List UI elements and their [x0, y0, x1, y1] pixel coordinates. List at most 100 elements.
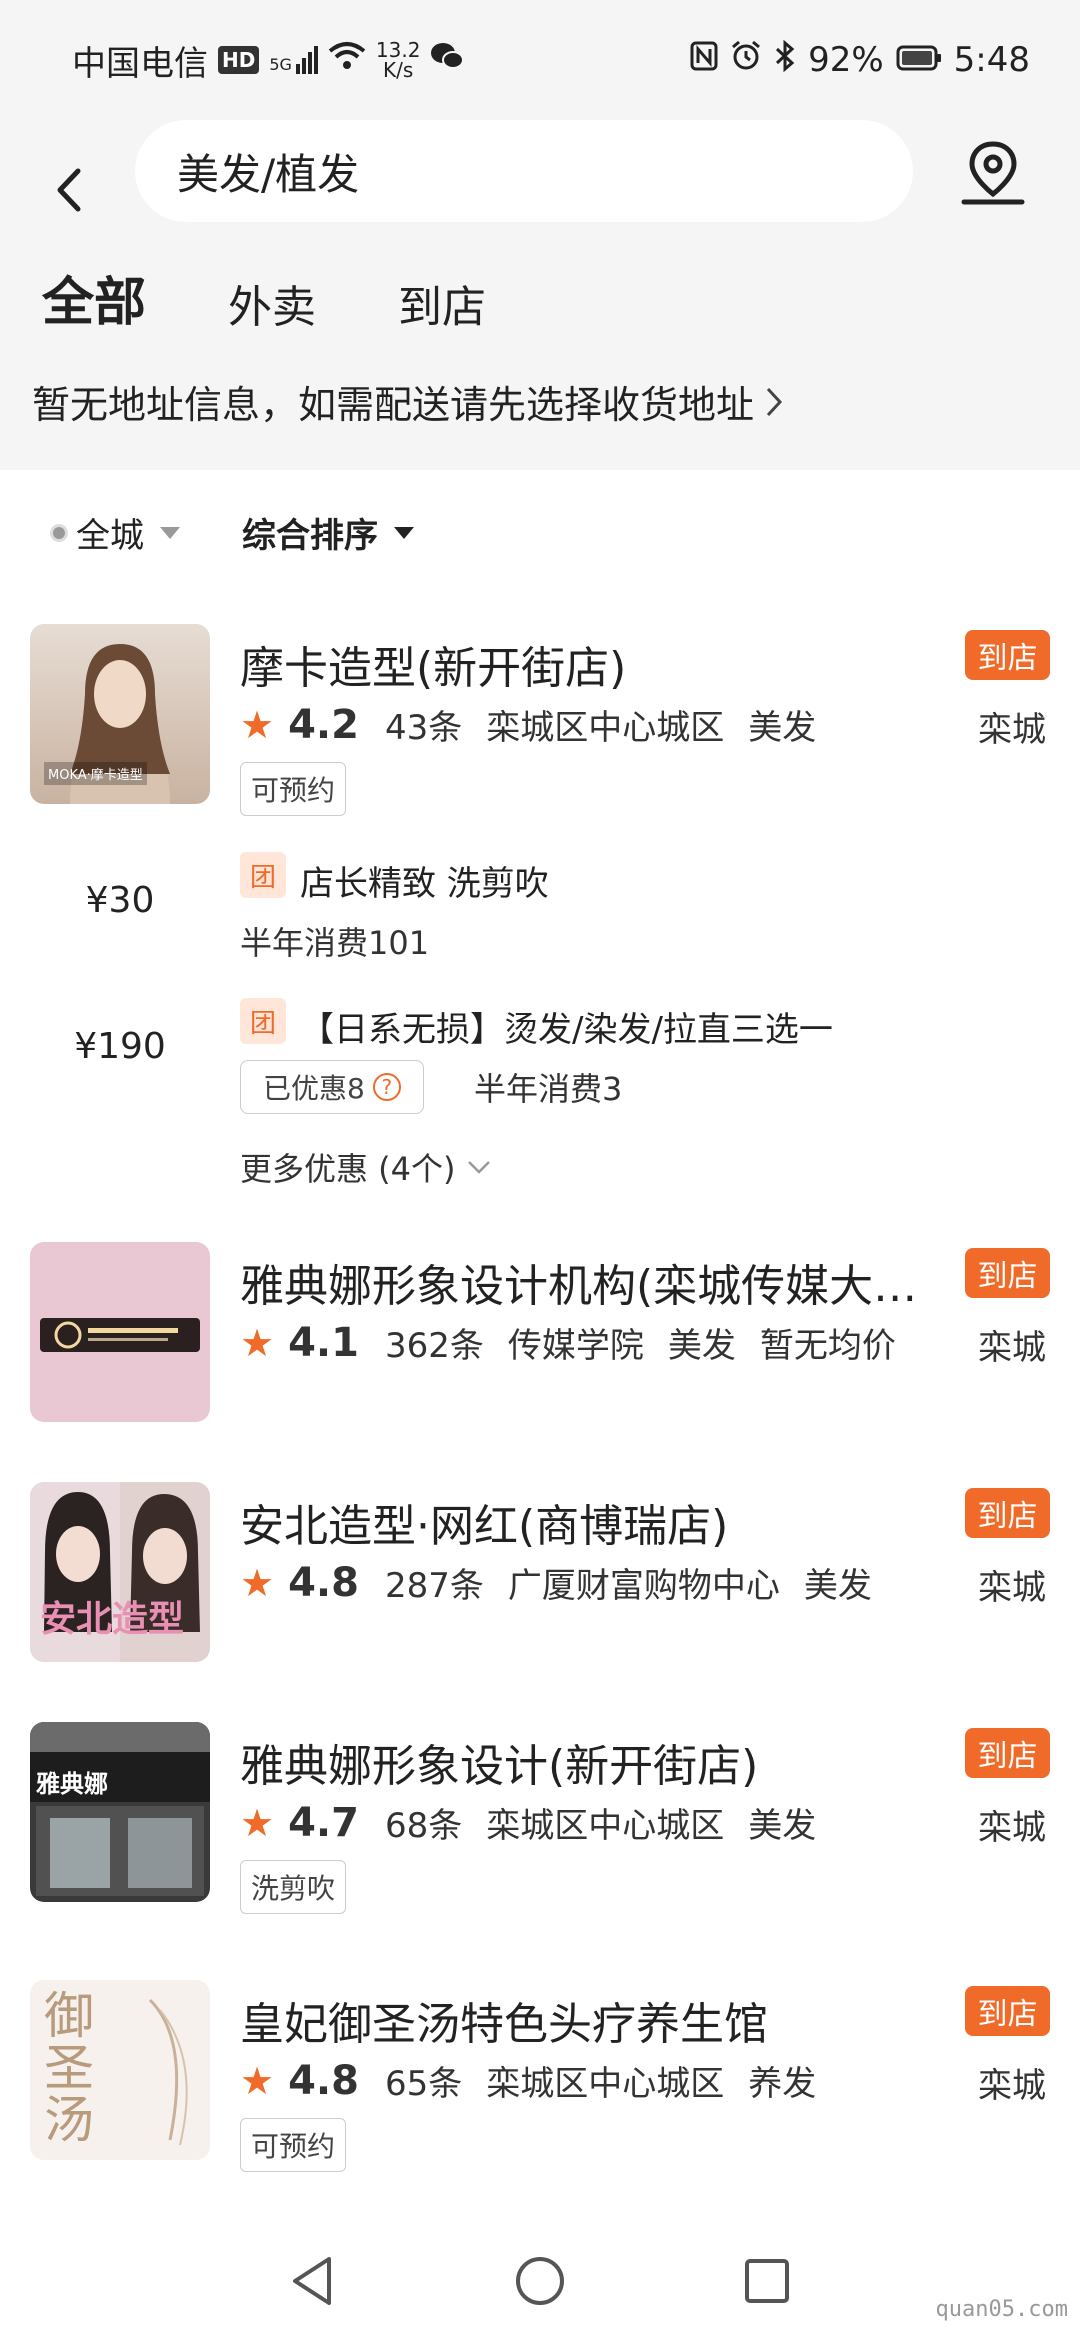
- thumb-caption: 御圣汤: [44, 1987, 94, 2149]
- tab-in-store[interactable]: 到店: [398, 271, 486, 335]
- shop-thumbnail: 雅典娜: [30, 1722, 210, 1902]
- star-icon: ★: [240, 1800, 275, 1845]
- review-count: 287条: [384, 1566, 484, 1606]
- shop-meta: ★ 4.1 362条 传媒学院 美发 暂无均价: [240, 1318, 920, 1367]
- signal-icon: 5G: [269, 46, 318, 74]
- header: 美发/植发 全部 外卖 到店 暂无地址信息，如需配送请先选择收货地址: [0, 120, 1080, 470]
- shop-name: 雅典娜形象设计机构(栾城传媒大…: [240, 1261, 918, 1312]
- in-store-badge: 到店: [965, 1986, 1050, 2036]
- city: 栾城: [978, 1808, 1046, 1848]
- bluetooth-icon: [774, 39, 796, 81]
- group-buy-icon: 团: [240, 852, 286, 898]
- tab-delivery[interactable]: 外卖: [228, 271, 316, 335]
- shop-card[interactable]: 雅典娜 雅典娜形象设计(新开街店) 到店 ★ 4.7 68条 栾城区中心城区 美…: [0, 1722, 1080, 1922]
- shop-thumbnail: 御圣汤: [30, 1980, 210, 2160]
- filter-bar: 全城 综合排序: [0, 470, 1080, 595]
- system-nav-bar: [0, 2225, 1080, 2340]
- back-nav-button[interactable]: [289, 2255, 337, 2311]
- region-filter-label: 全城: [76, 516, 144, 556]
- back-arrow-icon: [57, 168, 81, 212]
- shop-name: 雅典娜形象设计(新开街店): [240, 1741, 759, 1792]
- city: 栾城: [978, 1328, 1046, 1368]
- area: 栾城区中心城区: [486, 708, 725, 748]
- map-button[interactable]: [958, 138, 1028, 208]
- nfc-icon: [690, 40, 718, 80]
- carrier-label: 中国电信: [72, 43, 208, 84]
- wechat-icon: [430, 40, 465, 80]
- thumb-caption: 雅典娜: [36, 1770, 108, 1798]
- home-nav-button[interactable]: [514, 2255, 566, 2311]
- help-icon: ?: [372, 1073, 401, 1101]
- deal-price: ¥190: [74, 1026, 166, 1067]
- alarm-icon: [730, 40, 762, 81]
- battery-icon: [896, 40, 942, 80]
- area: 栾城区中心城区: [486, 2064, 725, 2104]
- chevron-down-icon: [467, 1161, 490, 1174]
- search-input[interactable]: 美发/植发: [135, 120, 913, 222]
- shop-meta: ★ 4.2 43条 栾城区中心城区 美发: [240, 700, 840, 749]
- signal-label: 5G: [269, 55, 292, 74]
- star-icon: ★: [240, 1560, 275, 1605]
- speed-value: 13.2: [375, 38, 421, 62]
- deal-title: 【日系无损】烫发/染发/拉直三选一: [300, 1010, 833, 1050]
- more-deals-link[interactable]: 更多优惠 (4个): [240, 1144, 492, 1190]
- shop-tag: 可预约: [240, 2118, 347, 2172]
- address-notice[interactable]: 暂无地址信息，如需配送请先选择收货地址: [32, 374, 784, 429]
- discount-badge[interactable]: 已优惠8 ?: [240, 1060, 424, 1114]
- tab-all[interactable]: 全部: [42, 260, 146, 337]
- caret-down-icon: [160, 526, 180, 539]
- discount-label: 已优惠8: [263, 1072, 365, 1105]
- region-filter[interactable]: 全城: [50, 508, 180, 557]
- rating: 4.1: [288, 1319, 359, 1366]
- city: 栾城: [978, 710, 1046, 750]
- shop-card[interactable]: MOKA·摩卡造型 摩卡造型(新开街店) 到店 ★ 4.2 43条 栾城区中心城…: [0, 624, 1080, 1188]
- sort-filter-label: 综合排序: [242, 516, 378, 556]
- circle-home-icon: [515, 2256, 564, 2305]
- deal-row[interactable]: ¥30 团 店长精致 洗剪吹 半年消费101: [0, 852, 1080, 962]
- shop-thumbnail: 安北造型: [30, 1482, 210, 1662]
- shop-card[interactable]: 雅典娜形象设计机构(栾城传媒大… 到店 ★ 4.1 362条 传媒学院 美发 暂…: [0, 1242, 1080, 1432]
- deal-sales: 半年消费3: [474, 1070, 623, 1108]
- wifi-icon: [328, 40, 366, 80]
- square-recents-icon: [745, 2258, 790, 2303]
- review-count: 68条: [384, 1806, 463, 1846]
- deal-title: 店长精致 洗剪吹: [300, 864, 549, 904]
- shop-name: 摩卡造型(新开街店): [240, 643, 627, 694]
- shop-thumbnail: [30, 1242, 210, 1422]
- rating: 4.8: [288, 2057, 359, 2104]
- shop-name: 皇妃御圣汤特色头疗养生馆: [240, 1999, 768, 2050]
- triangle-back-icon: [292, 2256, 331, 2305]
- back-button[interactable]: [44, 150, 94, 230]
- watermark: quan05.com: [935, 2297, 1068, 2322]
- rating: 4.2: [288, 701, 359, 748]
- thumb-caption: 安北造型: [40, 1599, 185, 1640]
- address-notice-text: 暂无地址信息，如需配送请先选择收货地址: [32, 383, 755, 427]
- rating: 4.8: [288, 1559, 359, 1606]
- category: 养发: [748, 2064, 817, 2104]
- deal-row[interactable]: ¥190 团 【日系无损】烫发/染发/拉直三选一 已优惠8 ? 半年消费3: [0, 998, 1080, 1114]
- shop-card[interactable]: 御圣汤 皇妃御圣汤特色头疗养生馆 到店 ★ 4.8 65条 栾城区中心城区 养发…: [0, 1980, 1080, 2180]
- avg-price: 暂无均价: [759, 1326, 896, 1366]
- review-count: 43条: [384, 708, 463, 748]
- group-buy-icon: 团: [240, 998, 286, 1044]
- city: 栾城: [978, 2066, 1046, 2106]
- search-query: 美发/植发: [177, 149, 360, 199]
- rating: 4.7: [288, 1799, 359, 1846]
- thumb-caption: MOKA·摩卡造型: [44, 762, 147, 785]
- deal-sales: 半年消费101: [240, 924, 430, 962]
- status-bar: 中国电信 HD 5G 13.2 K/s 92% 5:48: [0, 0, 1080, 120]
- review-count: 362条: [384, 1326, 484, 1366]
- shop-thumbnail: MOKA·摩卡造型: [30, 624, 210, 804]
- sort-filter[interactable]: 综合排序: [242, 508, 414, 557]
- star-icon: ★: [240, 702, 275, 747]
- clock: 5:48: [953, 40, 1030, 80]
- caret-down-icon: [394, 526, 414, 539]
- in-store-badge: 到店: [965, 1728, 1050, 1778]
- shop-card[interactable]: 安北造型 安北造型·网红(商博瑞店) 到店 ★ 4.8 287条 广厦财富购物中…: [0, 1482, 1080, 1672]
- shop-meta: ★ 4.8 287条 广厦财富购物中心 美发: [240, 1558, 896, 1607]
- area: 传媒学院: [507, 1326, 644, 1366]
- recents-nav-button[interactable]: [743, 2257, 791, 2309]
- in-store-badge: 到店: [965, 630, 1050, 680]
- tab-bar: 全部 外卖 到店: [42, 260, 568, 337]
- deal-price: ¥30: [85, 880, 155, 921]
